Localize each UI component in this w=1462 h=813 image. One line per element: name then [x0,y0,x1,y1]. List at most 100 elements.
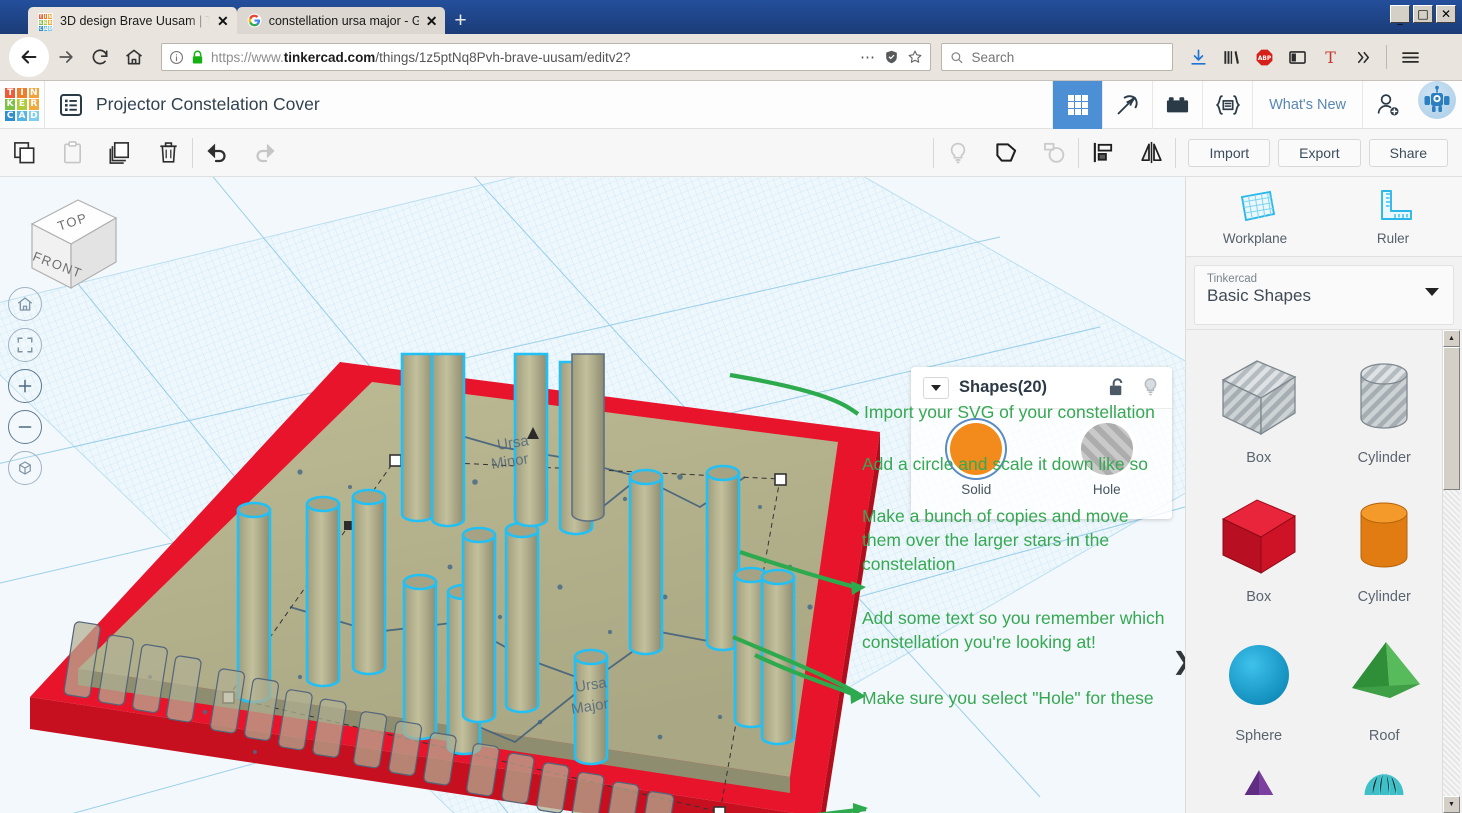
text-tool-icon[interactable]: T [1315,42,1345,72]
window-controls: _ □ ✕ [1390,5,1456,24]
import-button[interactable]: Import [1188,138,1271,167]
group-icon[interactable] [982,129,1030,177]
shapes-panel-title: Shapes(20) [959,378,1048,396]
chevron-down-icon[interactable] [1425,288,1439,296]
edit-toolbar-right: Import Export Share [933,129,1462,177]
close-icon[interactable]: ✕ [426,14,438,28]
url-text: https://www.tinkercad.com/things/1z5ptNq… [211,49,631,65]
downloads-icon[interactable] [1183,42,1213,72]
shape-item-dome[interactable] [1322,755,1448,795]
search-bar[interactable] [941,43,1173,71]
shape-item-roof[interactable]: Roof [1322,616,1448,755]
document-header: Projector Constelation Cover [45,93,320,117]
shape-library-select[interactable]: Tinkercad Basic Shapes [1194,265,1454,325]
shape-label: Sphere [1235,728,1283,744]
scrollbar-track[interactable] [1443,490,1460,796]
star-icon[interactable] [907,49,923,65]
share-button[interactable]: Share [1368,138,1448,167]
annotation-make-copies: Make a bunch of copies and move them ove… [862,506,1129,574]
page-actions-icon[interactable]: ⋯ [860,48,876,66]
forward-arrow-icon[interactable] [49,40,83,74]
workplane-tool[interactable]: Workplane [1186,177,1324,256]
shape-item-box-solid[interactable]: Box [1196,477,1322,616]
3d-viewport[interactable]: Ursa Minor Ursa Major TOP FRONT Shapes(2… [0,177,1185,813]
close-icon[interactable]: ✕ [217,14,229,28]
add-person-icon[interactable] [1362,80,1412,129]
ruler-tool[interactable]: Ruler [1324,177,1462,256]
logo-cell: K [39,20,43,25]
avatar[interactable] [1418,80,1456,119]
duplicate-icon[interactable] [96,129,144,177]
shield-icon[interactable] [884,49,899,65]
ruler-icon [1381,190,1412,220]
lego-brick-icon[interactable] [1152,80,1202,129]
perspective-toggle-icon[interactable] [8,451,42,485]
scrollbar-thumb[interactable] [1443,347,1460,490]
edit-toolbar: Import Export Share [0,129,1462,177]
reload-icon[interactable] [83,40,117,74]
lightbulb-visibility-icon[interactable] [1141,377,1160,398]
zoom-in-icon[interactable] [8,369,42,403]
scroll-down-button[interactable]: ▼ [1443,796,1460,813]
logo-cell: D [28,111,39,122]
adblock-plus-icon[interactable]: ABP [1249,42,1279,72]
shape-item-cylinder-hole[interactable]: Cylinder [1322,338,1448,477]
tab-google-search[interactable]: constellation ursa major - Google S ✕ [236,7,446,34]
tab-tinkercad[interactable]: TINKERCAD 3D design Brave Uusam | Tinker… [28,7,237,34]
logo-cell: N [28,87,39,98]
search-icon [951,51,963,63]
hamburger-menu-icon[interactable] [1395,42,1425,72]
unlocked-padlock-icon[interactable] [1108,377,1127,398]
fit-to-view-icon[interactable] [8,328,42,362]
codeblocks-icon[interactable] [1202,80,1252,129]
url-bar[interactable]: https://www.tinkercad.com/things/1z5ptNq… [161,43,931,71]
logo-cell: C [5,111,16,122]
logo-cell: I [16,87,28,98]
library-icon[interactable] [1216,42,1246,72]
whats-new-link[interactable]: What's New [1252,80,1362,129]
home-icon[interactable] [117,40,151,74]
shape-item-cylinder-solid[interactable]: Cylinder [1322,477,1448,616]
scroll-up-button[interactable]: ▲ [1443,330,1460,347]
new-tab-button[interactable]: + [445,7,475,34]
shape-library-scrollbar[interactable]: ▲ ▼ [1442,330,1460,813]
padlock-icon[interactable] [191,50,204,65]
undo-icon[interactable] [193,129,241,177]
page-title[interactable]: Projector Constelation Cover [96,94,320,115]
logo-cell: A [16,111,28,122]
minimize-button[interactable]: _ [1390,5,1410,24]
sidebar-icon[interactable] [1282,42,1312,72]
url-bar-actions: ⋯ [860,48,923,66]
delete-trash-icon[interactable] [144,129,192,177]
overflow-chevrons-icon[interactable] [1348,42,1378,72]
home-view-icon[interactable] [8,287,42,321]
project-list-icon[interactable] [59,93,83,117]
tab-title: constellation ursa major - Google S [268,13,419,28]
annotation-import-svg: Import your SVG of your constellation [864,402,1155,422]
close-button[interactable]: ✕ [1436,5,1456,23]
header-icon-group: What's New [1052,80,1462,129]
app-header: TINKERCAD Projector Constelation Cover W… [0,80,1462,129]
back-arrow-icon[interactable] [9,37,49,77]
zoom-out-icon[interactable] [8,410,42,444]
svg-text:ABP: ABP [1257,56,1271,62]
minecraft-pickaxe-icon[interactable] [1102,80,1152,129]
grid-designs-icon[interactable] [1052,80,1103,129]
align-icon[interactable] [1079,129,1127,177]
info-icon[interactable] [169,50,184,65]
maximize-button[interactable]: □ [1413,5,1433,23]
shape-item-box-hole[interactable]: Box [1196,338,1322,477]
chevron-down-icon[interactable] [923,376,949,399]
shapes-panel: Shapes(20) Solid Hole [911,367,1172,519]
tinkercad-logo[interactable]: TIN KER CAD [0,81,44,129]
shape-library-grid[interactable]: Box Cylinder Box Cylinder Sphere Roof [1186,329,1462,813]
copy-icon[interactable] [0,129,48,177]
lightbulb-hint-icon [934,129,982,177]
search-input[interactable] [971,49,1164,65]
mirror-flip-icon[interactable] [1127,129,1175,177]
divider [1175,137,1177,168]
shape-item-cone[interactable] [1196,755,1322,795]
export-button[interactable]: Export [1278,138,1361,167]
shape-item-sphere[interactable]: Sphere [1196,616,1322,755]
svg-text:T: T [1325,48,1336,67]
